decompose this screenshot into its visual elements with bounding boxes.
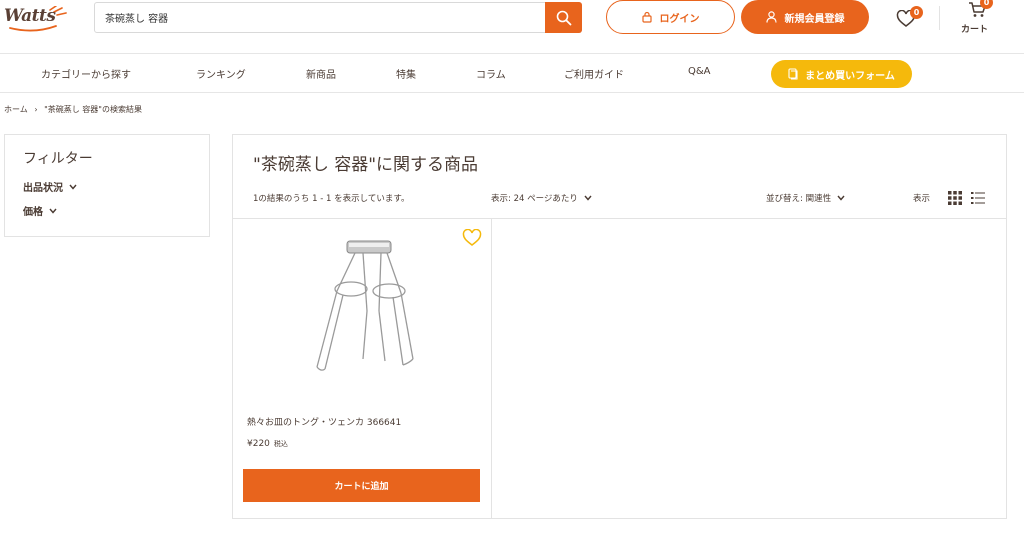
nav-item-column[interactable]: コラム xyxy=(476,66,506,81)
filter-availability-label: 出品状況 xyxy=(23,183,63,194)
sort-label: 並び替え: 関連性 xyxy=(766,194,832,204)
search-input[interactable] xyxy=(95,3,545,32)
filter-price[interactable]: 価格 xyxy=(23,203,57,218)
site-header: Watts ログイン 新規会員登録 0 xyxy=(0,0,1024,54)
breadcrumb-separator: › xyxy=(34,105,38,114)
product-image[interactable] xyxy=(303,237,423,377)
sort-select[interactable]: 並び替え: 関連性 xyxy=(766,192,845,204)
view-label: 表示 xyxy=(913,194,931,204)
product-price-value: ¥220 xyxy=(247,439,270,449)
filter-panel: フィルター 出品状況 価格 xyxy=(4,134,210,237)
filter-title: フィルター xyxy=(23,151,93,167)
product-price: ¥220 税込 xyxy=(247,439,288,449)
chevron-down-icon xyxy=(837,195,845,201)
document-icon xyxy=(788,68,798,80)
search-button[interactable] xyxy=(545,2,582,33)
login-button[interactable]: ログイン xyxy=(606,0,735,34)
grid-view-icon[interactable] xyxy=(948,191,962,205)
cart-button[interactable]: 0 カート xyxy=(958,0,998,35)
filter-price-label: 価格 xyxy=(23,207,43,218)
header-divider xyxy=(939,6,940,30)
register-label: 新規会員登録 xyxy=(784,13,845,25)
results-header: "茶碗蒸し 容器"に関する商品 1の結果のうち 1 - 1 を表示しています。 … xyxy=(233,135,1006,219)
lock-icon xyxy=(641,11,652,23)
add-to-cart-button[interactable]: カートに追加 xyxy=(243,469,480,502)
breadcrumb-current: "茶碗蒸し 容器"の検索結果 xyxy=(44,105,142,114)
heart-icon[interactable] xyxy=(462,229,482,247)
filter-availability[interactable]: 出品状況 xyxy=(23,179,77,194)
wishlist-button[interactable]: 0 xyxy=(896,6,924,28)
register-button[interactable]: 新規会員登録 xyxy=(741,0,869,34)
chevron-down-icon xyxy=(69,184,77,190)
bulk-order-button[interactable]: まとめ買いフォーム xyxy=(771,60,912,88)
product-name[interactable]: 熱々お皿のトング・ツェンカ 366641 xyxy=(247,415,401,428)
wishlist-count-badge: 0 xyxy=(910,6,923,19)
nav-item-guide[interactable]: ご利用ガイド xyxy=(564,66,624,81)
per-page-select[interactable]: 表示: 24 ページあたり xyxy=(491,192,592,204)
search-icon xyxy=(556,10,571,25)
logo-text: Watts xyxy=(4,6,56,26)
bulk-order-label: まとめ買いフォーム xyxy=(805,70,895,82)
breadcrumb-home[interactable]: ホーム xyxy=(4,105,28,114)
page-title: "茶碗蒸し 容器"に関する商品 xyxy=(253,155,479,175)
logo[interactable]: Watts xyxy=(4,6,70,32)
chevron-down-icon xyxy=(49,208,57,214)
product-card[interactable]: 熱々お皿のトング・ツェンカ 366641 ¥220 税込 カートに追加 xyxy=(233,219,492,519)
list-view-icon[interactable] xyxy=(971,191,985,205)
chevron-down-icon xyxy=(584,195,592,201)
cart-label: カート xyxy=(961,25,989,35)
tax-label: 税込 xyxy=(273,440,288,448)
breadcrumb: ホーム › "茶碗蒸し 容器"の検索結果 xyxy=(4,104,142,115)
nav-item-qa[interactable]: Q&A xyxy=(688,66,711,77)
per-page-label: 表示: 24 ページあたり xyxy=(491,194,578,204)
main-nav: カテゴリーから探す ランキング 新商品 特集 コラム ご利用ガイド Q&A まと… xyxy=(0,54,1024,93)
results-count: 1の結果のうち 1 - 1 を表示しています。 xyxy=(253,194,410,204)
nav-item-features[interactable]: 特集 xyxy=(396,66,416,81)
nav-item-ranking[interactable]: ランキング xyxy=(196,66,246,81)
login-label: ログイン xyxy=(659,13,700,25)
nav-item-categories[interactable]: カテゴリーから探す xyxy=(41,66,131,81)
cart-count-badge: 0 xyxy=(980,0,993,9)
nav-item-new[interactable]: 新商品 xyxy=(306,66,336,81)
results-panel: "茶碗蒸し 容器"に関する商品 1の結果のうち 1 - 1 を表示しています。 … xyxy=(232,134,1007,519)
search-bar xyxy=(94,2,582,33)
user-icon xyxy=(765,11,777,23)
